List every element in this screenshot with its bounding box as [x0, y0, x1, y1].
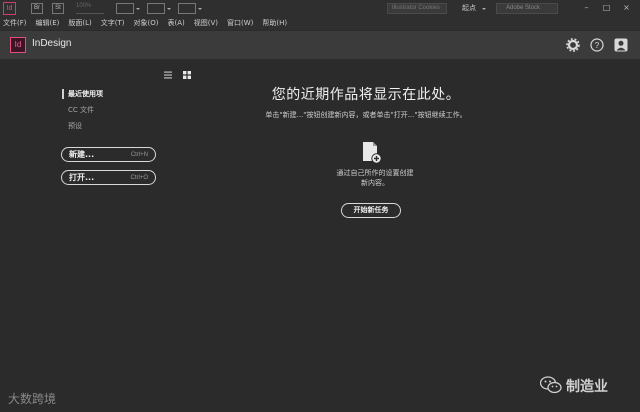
wechat-icon [540, 376, 562, 394]
menu-object[interactable]: 对象(O) [134, 17, 159, 30]
workspace-switcher[interactable]: 起点 [462, 3, 476, 14]
menu-help[interactable]: 帮助(H) [262, 17, 287, 30]
watermark-left: 大数跨境 [8, 392, 57, 406]
new-button-shortcut: Ctrl+N [130, 151, 148, 158]
grid-view-icon[interactable] [183, 71, 191, 79]
new-button-label: 新建... [69, 150, 95, 159]
menu-layout[interactable]: 版面(L) [68, 17, 91, 30]
stock-button[interactable]: St [52, 3, 64, 14]
indesign-logo: Id [10, 37, 26, 53]
arrange-documents-dropdown[interactable] [178, 3, 202, 14]
list-view-icon[interactable] [164, 71, 172, 79]
open-button-shortcut: Ctrl+O [130, 174, 148, 181]
new-document-icon [363, 142, 382, 164]
nav-presets[interactable]: 预设 [68, 121, 82, 131]
recent-work-subtitle: 单击"新建..."按钮创建新内容，或者单击"打开..."按钮继续工作。 [265, 111, 467, 119]
menu-file[interactable]: 文件(F) [3, 17, 27, 30]
indesign-logo-small: Id [3, 2, 16, 15]
menu-view[interactable]: 视图(V) [194, 17, 218, 30]
menu-bar: 文件(F) 编辑(E) 版面(L) 文字(T) 对象(O) 表(A) 视图(V)… [0, 17, 640, 30]
zoom-field[interactable]: 100% [76, 3, 104, 14]
menu-type[interactable]: 文字(T) [101, 17, 125, 30]
adobe-stock-search[interactable]: Adobe Stock [496, 3, 558, 14]
screen-mode-dropdown[interactable] [147, 3, 171, 14]
watermark-right: 制造业 [566, 379, 608, 395]
close-button[interactable]: × [620, 2, 633, 14]
maximize-button[interactable]: □ [600, 2, 613, 14]
open-button-label: 打开... [69, 173, 95, 182]
gear-icon[interactable] [566, 38, 580, 52]
recent-work-title: 您的近期作品将显示在此处。 [271, 87, 461, 103]
menu-window[interactable]: 窗口(W) [227, 17, 253, 30]
home-header: Id InDesign ? [0, 31, 640, 59]
view-options-dropdown[interactable] [116, 3, 140, 14]
chevron-down-icon [482, 8, 486, 12]
svg-text:?: ? [595, 41, 600, 50]
help-search-input[interactable]: Illustrator Cookies [387, 3, 447, 14]
start-new-task-button[interactable]: 开始新任务 [341, 203, 401, 218]
empty-state-text: 通过自己所作的设置创建 新内容。 [320, 168, 430, 188]
menu-table[interactable]: 表(A) [168, 17, 185, 30]
empty-state-line-2: 新内容。 [361, 179, 389, 187]
menu-edit[interactable]: 编辑(E) [36, 17, 60, 30]
empty-state-line-1: 通过自己所作的设置创建 [336, 169, 414, 177]
minimize-button[interactable]: – [580, 2, 593, 14]
help-icon[interactable]: ? [590, 38, 604, 52]
bridge-button[interactable]: Br [31, 3, 43, 14]
new-button[interactable]: 新建... Ctrl+N [61, 147, 156, 162]
app-name: InDesign [32, 38, 72, 49]
user-icon[interactable] [614, 38, 628, 52]
open-button[interactable]: 打开... Ctrl+O [61, 170, 156, 185]
